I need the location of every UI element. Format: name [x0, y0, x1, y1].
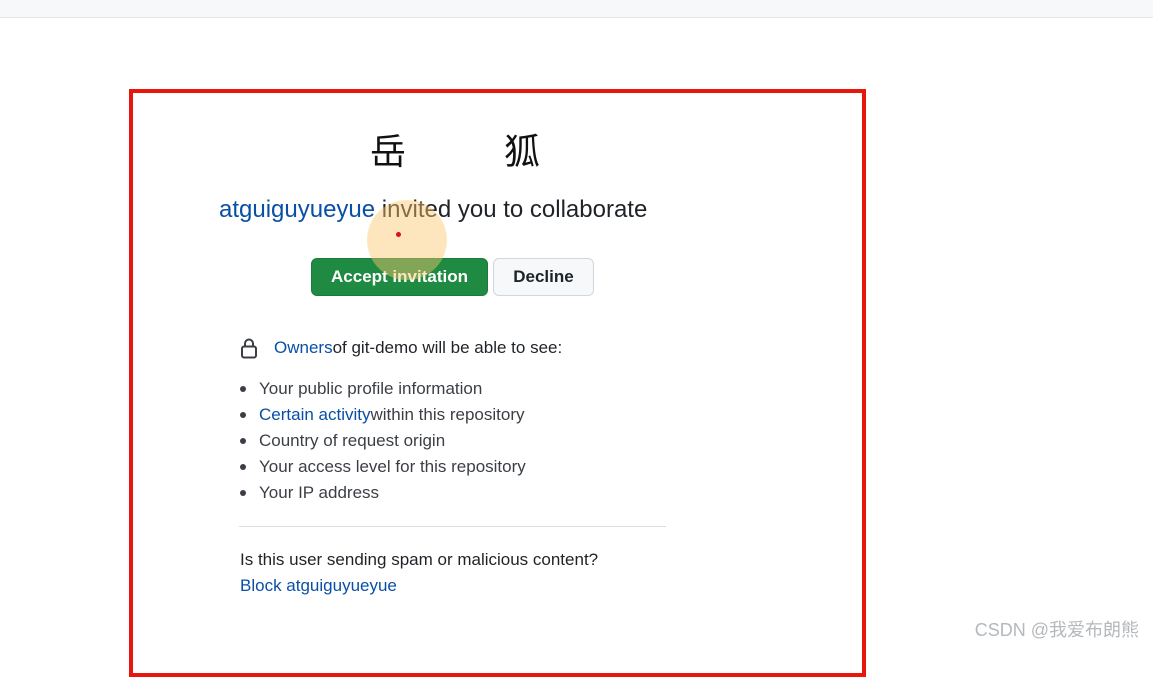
- browser-top-bar: [0, 0, 1153, 18]
- bullet-icon: [240, 386, 246, 392]
- permissions-intro: Owners of git-demo will be able to see:: [239, 337, 562, 359]
- bullet-icon: [240, 464, 246, 470]
- inviter-profile-link[interactable]: atguiguyueyue: [219, 196, 375, 223]
- lock-icon: [239, 337, 259, 359]
- inviter-avatar: 岳 狐: [370, 124, 540, 174]
- accept-invitation-button[interactable]: Accept invitation: [311, 258, 488, 296]
- list-item: Your public profile information: [240, 376, 526, 402]
- bullet-icon: [240, 490, 246, 496]
- avatar-char-1: 岳: [370, 132, 407, 173]
- csdn-watermark: CSDN @我爱布朗熊: [974, 620, 1139, 640]
- decline-button[interactable]: Decline: [493, 258, 594, 296]
- block-user-link[interactable]: Block atguiguyueyue: [240, 576, 397, 596]
- permission-text: within this repository: [370, 405, 525, 424]
- bullet-icon: [240, 438, 246, 444]
- list-item: Country of request origin: [240, 428, 526, 454]
- permissions-intro-text: of git-demo will be able to see:: [332, 338, 563, 357]
- certain-activity-link[interactable]: Certain activity: [259, 402, 370, 428]
- list-item: Your IP address: [240, 480, 526, 506]
- permission-list: Your public profile information Certain …: [240, 376, 526, 506]
- permission-text: Your access level for this repository: [259, 457, 526, 476]
- list-item: Certain activity within this repository: [240, 402, 526, 428]
- bullet-icon: [240, 412, 246, 418]
- permission-text: Your public profile information: [259, 379, 483, 398]
- owners-link[interactable]: Owners: [274, 338, 333, 358]
- permission-text: Your IP address: [259, 483, 380, 502]
- list-item: Your access level for this repository: [240, 454, 526, 480]
- invitation-headline: atguiguyueyue invited you to collaborate: [219, 196, 647, 224]
- avatar-char-2: 狐: [503, 132, 540, 173]
- permission-text: Country of request origin: [259, 431, 446, 450]
- headline-text: invited you to collaborate: [375, 196, 648, 223]
- spam-question: Is this user sending spam or malicious c…: [240, 550, 599, 569]
- section-divider: [239, 526, 666, 527]
